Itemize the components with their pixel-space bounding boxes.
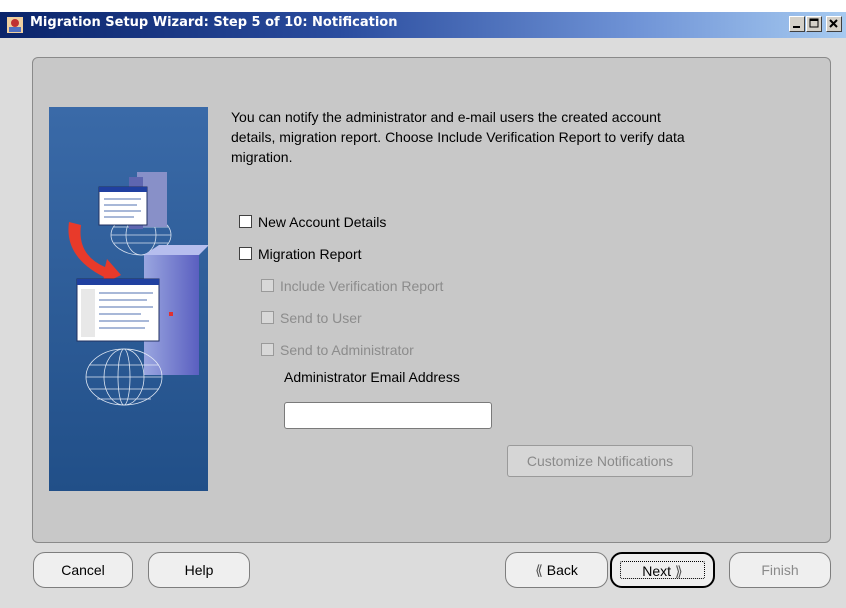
finish-label: Finish bbox=[761, 562, 799, 578]
description-text: You can notify the administrator and e-m… bbox=[231, 109, 685, 165]
checkbox-box[interactable] bbox=[261, 311, 274, 324]
checkbox-box[interactable] bbox=[261, 279, 274, 292]
close-button[interactable] bbox=[826, 16, 842, 32]
migration-illustration bbox=[49, 107, 208, 491]
close-icon bbox=[829, 19, 838, 28]
new-account-details-label: New Account Details bbox=[258, 214, 387, 230]
checkbox-box[interactable] bbox=[239, 215, 252, 228]
back-chevron-icon: ⟪ bbox=[535, 562, 547, 578]
help-label: Help bbox=[184, 562, 214, 578]
title-bar: Migration Setup Wizard: Step 5 of 10: No… bbox=[0, 0, 846, 38]
focus-ring bbox=[620, 561, 705, 579]
checkbox-box[interactable] bbox=[261, 343, 274, 356]
maximize-icon bbox=[809, 18, 819, 28]
migration-report-label: Migration Report bbox=[258, 246, 362, 262]
minimize-icon bbox=[793, 26, 800, 28]
next-button[interactable]: Next ⟫ bbox=[610, 552, 715, 588]
include-verification-report-label: Include Verification Report bbox=[280, 278, 444, 294]
cancel-label: Cancel bbox=[61, 562, 105, 578]
maximize-button[interactable] bbox=[806, 16, 822, 32]
send-to-user-label: Send to User bbox=[280, 310, 362, 326]
app-icon bbox=[7, 17, 23, 33]
admin-email-input[interactable] bbox=[284, 402, 492, 429]
admin-email-label: Administrator Email Address bbox=[284, 369, 460, 385]
customize-notifications-button[interactable]: Customize Notifications bbox=[507, 445, 693, 477]
send-to-administrator-label: Send to Administrator bbox=[280, 342, 414, 358]
help-button[interactable]: Help bbox=[148, 552, 250, 588]
wizard-window: Migration Setup Wizard: Step 5 of 10: No… bbox=[0, 0, 846, 608]
checkbox-box[interactable] bbox=[239, 247, 252, 260]
finish-button[interactable]: Finish bbox=[729, 552, 831, 588]
minimize-button[interactable] bbox=[789, 16, 805, 32]
window-title: Migration Setup Wizard: Step 5 of 10: No… bbox=[30, 15, 398, 30]
cancel-button[interactable]: Cancel bbox=[33, 552, 133, 588]
back-label: Back bbox=[546, 562, 578, 578]
title-bar-strip[interactable]: Migration Setup Wizard: Step 5 of 10: No… bbox=[0, 12, 846, 38]
back-button[interactable]: ⟪ Back bbox=[505, 552, 608, 588]
